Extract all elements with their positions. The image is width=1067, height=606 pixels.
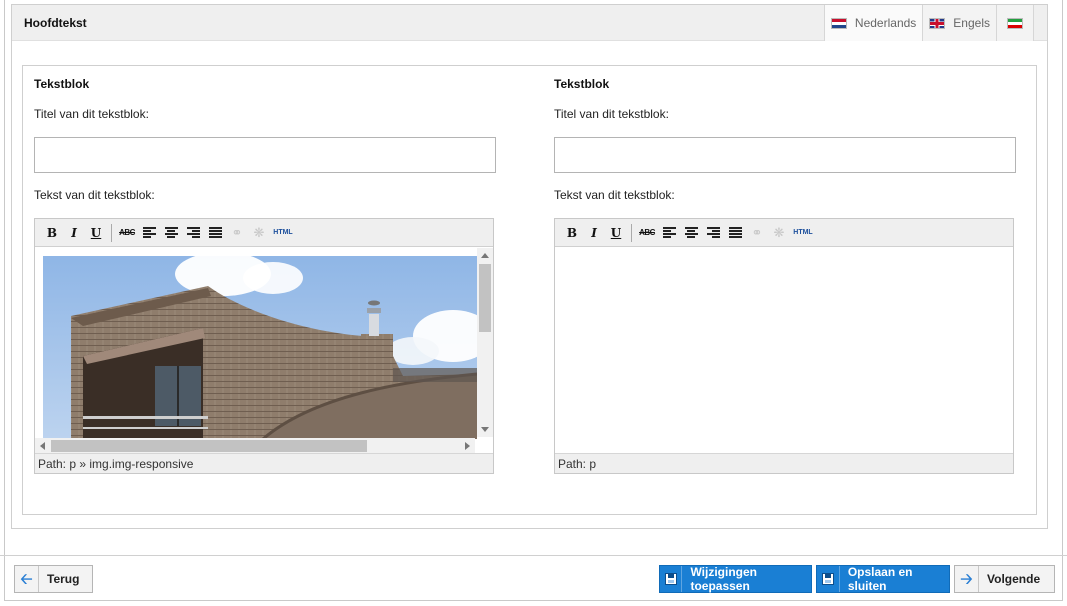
- block-title-input[interactable]: [554, 137, 1016, 173]
- building-photo[interactable]: [43, 256, 477, 439]
- editor-content-area[interactable]: [555, 248, 1013, 454]
- tab-language-en[interactable]: Engels: [922, 5, 996, 41]
- tab-language-label: Engels: [953, 16, 990, 30]
- link-icon[interactable]: ⚭: [746, 223, 768, 243]
- ir-flag-icon: [1007, 17, 1023, 29]
- align-right-icon[interactable]: [182, 223, 204, 243]
- spellcheck-icon[interactable]: ABC: [636, 223, 658, 243]
- scroll-up-icon[interactable]: [481, 253, 489, 258]
- toolbar-separator: [111, 223, 112, 242]
- text-block-1: Tekstblok Titel van dit tekstblok: Tekst…: [34, 66, 504, 506]
- text-blocks-container: Tekstblok Titel van dit tekstblok: Tekst…: [22, 65, 1037, 515]
- save-and-close-button[interactable]: Opslaan en sluiten: [816, 565, 950, 593]
- editor-toolbar: B I U ABC ⚭ ❋ HTML: [35, 219, 493, 247]
- text-field-label: Tekst van dit tekstblok:: [34, 188, 155, 202]
- link-icon[interactable]: ⚭: [226, 223, 248, 243]
- spellcheck-icon[interactable]: ABC: [116, 223, 138, 243]
- text-block-heading: Tekstblok: [34, 77, 90, 91]
- next-button[interactable]: 🡢 Volgende: [954, 565, 1055, 593]
- rich-text-editor: B I U ABC ⚭ ❋ HTML Path: p: [554, 218, 1014, 474]
- tab-language-fa[interactable]: [996, 5, 1034, 41]
- horizontal-scrollbar[interactable]: [35, 438, 475, 454]
- align-left-icon[interactable]: [658, 223, 680, 243]
- arrow-left-icon: 🡠: [15, 566, 39, 592]
- floppy-disk-icon: [817, 566, 840, 592]
- editor-content-area[interactable]: [35, 248, 493, 454]
- italic-icon[interactable]: I: [63, 223, 85, 243]
- panel-title: Hoofdtekst: [24, 16, 87, 30]
- unlink-icon[interactable]: ❋: [248, 223, 270, 243]
- back-button-label: Terug: [47, 572, 80, 586]
- next-button-label: Volgende: [987, 572, 1041, 586]
- bold-icon[interactable]: B: [561, 223, 583, 243]
- editor-path-bar: Path: p: [555, 453, 1013, 473]
- panel-header: Hoofdtekst Nederlands Engels: [12, 5, 1047, 41]
- vertical-scroll-thumb[interactable]: [479, 264, 491, 332]
- arrow-right-icon: 🡢: [955, 566, 979, 592]
- scroll-left-icon[interactable]: [40, 442, 45, 450]
- html-icon[interactable]: HTML: [270, 223, 296, 243]
- toolbar-separator: [631, 223, 632, 242]
- text-block-heading: Tekstblok: [554, 77, 610, 91]
- floppy-disk-icon: [660, 566, 683, 592]
- italic-icon[interactable]: I: [583, 223, 605, 243]
- editor-path-bar: Path: p » img.img-responsive: [35, 453, 493, 473]
- back-button[interactable]: 🡠 Terug: [14, 565, 93, 593]
- tab-language-nl[interactable]: Nederlands: [823, 5, 923, 41]
- block-title-input[interactable]: [34, 137, 496, 173]
- text-field-label: Tekst van dit tekstblok:: [554, 188, 675, 202]
- rich-text-editor: B I U ABC ⚭ ❋ HTML Path: p » img.img-res…: [34, 218, 494, 474]
- nl-flag-icon: [830, 17, 847, 29]
- title-field-label: Titel van dit tekstblok:: [34, 107, 149, 121]
- align-left-icon[interactable]: [138, 223, 160, 243]
- underline-icon[interactable]: U: [85, 223, 107, 243]
- editor-toolbar: B I U ABC ⚭ ❋ HTML: [555, 219, 1013, 247]
- html-icon[interactable]: HTML: [790, 223, 816, 243]
- align-justify-icon[interactable]: [724, 223, 746, 243]
- align-right-icon[interactable]: [702, 223, 724, 243]
- underline-icon[interactable]: U: [605, 223, 627, 243]
- scroll-down-icon[interactable]: [481, 427, 489, 432]
- unlink-icon[interactable]: ❋: [768, 223, 790, 243]
- footer-divider: [0, 555, 1067, 556]
- bold-icon[interactable]: B: [41, 223, 63, 243]
- gb-flag-icon: [929, 17, 946, 29]
- apply-changes-label: Wijzigingen toepassen: [690, 565, 758, 593]
- vertical-scrollbar[interactable]: [477, 248, 493, 437]
- align-center-icon[interactable]: [680, 223, 702, 243]
- align-justify-icon[interactable]: [204, 223, 226, 243]
- language-tabs: Nederlands Engels: [823, 5, 1047, 41]
- tab-language-label: Nederlands: [854, 16, 917, 30]
- scroll-right-icon[interactable]: [465, 442, 470, 450]
- apply-changes-button[interactable]: Wijzigingen toepassen: [659, 565, 812, 593]
- text-block-2: Tekstblok Titel van dit tekstblok: Tekst…: [554, 66, 1024, 506]
- save-and-close-label: Opslaan en sluiten: [847, 565, 913, 593]
- align-center-icon[interactable]: [160, 223, 182, 243]
- horizontal-scroll-thumb[interactable]: [51, 440, 367, 452]
- main-text-panel: Hoofdtekst Nederlands Engels Tekstblok T…: [11, 4, 1048, 529]
- title-field-label: Titel van dit tekstblok:: [554, 107, 669, 121]
